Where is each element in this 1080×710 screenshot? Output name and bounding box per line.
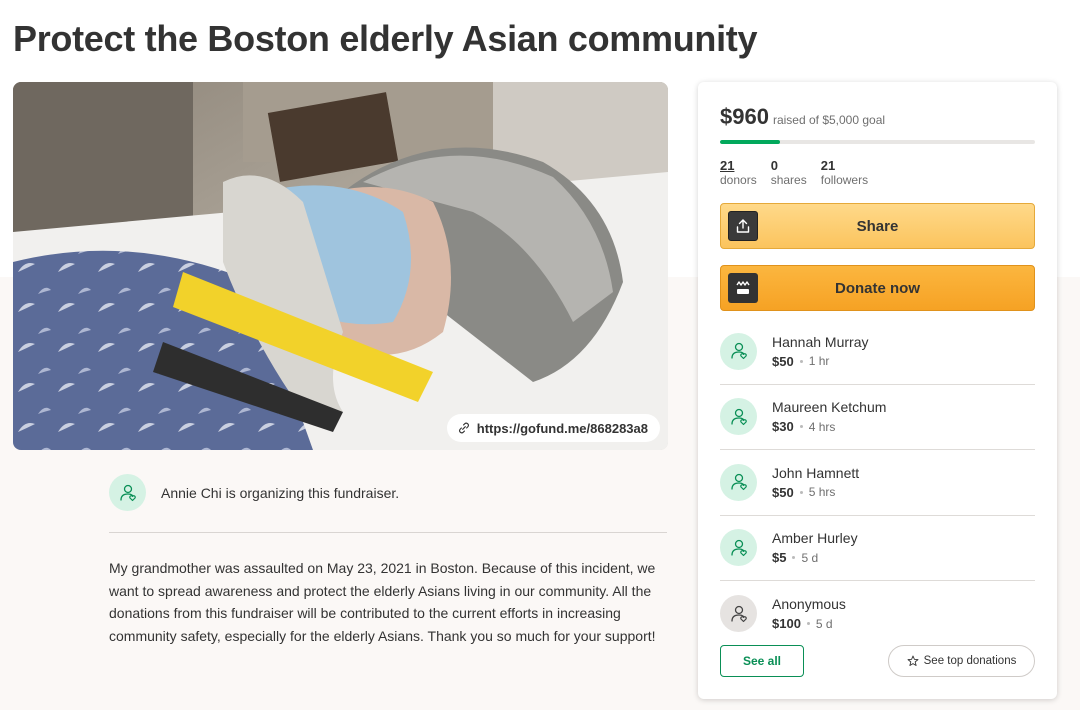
user-heart-icon (730, 474, 747, 491)
gofundme-logo-icon (728, 273, 758, 303)
donation-info: Anonymous $100 5 d (772, 596, 846, 631)
donor-name: Hannah Murray (772, 333, 869, 350)
organizer-text: Annie Chi is organizing this fundraiser. (161, 484, 400, 501)
donation-item: Amber Hurley $5 5 d (720, 516, 1035, 581)
separator-dot (806, 622, 810, 626)
progress-fill (720, 140, 781, 144)
user-heart-icon (730, 408, 747, 425)
donation-info: Hannah Murray $50 1 hr (772, 334, 869, 369)
donation-amount: $50 (772, 353, 794, 369)
donor-avatar (720, 463, 757, 501)
hospital-patient-photo (13, 82, 668, 450)
donor-avatar (720, 398, 757, 436)
see-all-button[interactable]: See all (720, 645, 804, 677)
share-button-label: Share (856, 217, 899, 235)
donation-time: 5 hrs (808, 485, 836, 500)
donation-info: Amber Hurley $5 5 d (772, 530, 858, 565)
stat-followers-label: followers (820, 173, 869, 187)
donor-avatar (720, 332, 757, 370)
share-button[interactable]: Share (720, 203, 1035, 249)
donor-name: Amber Hurley (772, 530, 858, 547)
separator-dot (799, 425, 803, 429)
stat-donors-label: donors (720, 173, 757, 187)
progress-bar (720, 140, 1035, 144)
donate-button-label: Donate now (835, 279, 920, 297)
stats-row: 21 donors 0 shares 21 followers (720, 158, 868, 188)
donation-time: 4 hrs (808, 419, 836, 434)
separator-dot (799, 359, 803, 363)
donation-time: 1 hr (808, 354, 830, 369)
campaign-photo: https://gofund.me/868283a8 (13, 82, 668, 450)
user-heart-icon (730, 539, 747, 556)
donor-name: Anonymous (772, 596, 846, 613)
donation-amount: $30 (772, 419, 794, 435)
donor-name: John Hamnett (772, 464, 860, 481)
stat-donors[interactable]: 21 donors (720, 158, 757, 188)
donation-meta: $50 5 hrs (772, 485, 859, 500)
stat-shares-number: 0 (770, 158, 778, 173)
donation-info: Maureen Ketchum $30 4 hrs (772, 399, 886, 434)
page-title: Protect the Boston elderly Asian communi… (13, 18, 758, 59)
link-icon (458, 422, 469, 434)
stat-shares: 0 shares (771, 158, 807, 188)
see-top-donations-label: See top donations (923, 655, 1017, 667)
donation-meta: $50 1 hr (772, 354, 869, 369)
donation-sidebar: $960 raised of $5,000 goal 21 donors 0 s… (698, 82, 1057, 699)
donation-item: Maureen Ketchum $30 4 hrs (720, 385, 1035, 450)
divider (109, 532, 667, 533)
organizer-row: Annie Chi is organizing this fundraiser. (109, 474, 667, 511)
upload-icon (728, 211, 758, 241)
donation-amount: $100 (772, 616, 801, 632)
donation-item: Hannah Murray $50 1 hr (720, 319, 1035, 385)
donation-meta: $5 5 d (772, 550, 858, 565)
donor-avatar (720, 595, 757, 633)
user-heart-icon (730, 605, 747, 622)
stat-followers: 21 followers (821, 158, 868, 188)
donation-item: John Hamnett $50 5 hrs (720, 450, 1035, 516)
star-icon (907, 655, 919, 666)
user-heart-icon (119, 484, 136, 501)
donation-time: 5 d (815, 616, 833, 631)
donation-time: 5 d (801, 550, 819, 565)
separator-dot (799, 490, 803, 494)
donate-button[interactable]: Donate now (720, 265, 1035, 311)
stat-shares-label: shares (770, 173, 807, 187)
raised-summary: $960 raised of $5,000 goal (720, 104, 885, 130)
share-link-text: https://gofund.me/868283a8 (476, 420, 648, 436)
donation-meta: $100 5 d (772, 616, 846, 631)
donor-name: Maureen Ketchum (772, 399, 887, 416)
stat-followers-number: 21 (820, 158, 836, 173)
donation-meta: $30 4 hrs (772, 419, 886, 434)
goal-text: raised of $5,000 goal (772, 113, 886, 127)
separator-dot (792, 556, 796, 560)
organizer-avatar (109, 474, 146, 511)
donation-info: John Hamnett $50 5 hrs (772, 465, 859, 500)
donor-avatar (720, 529, 757, 567)
see-top-donations-button[interactable]: See top donations (888, 645, 1035, 677)
donation-amount: $5 (772, 550, 787, 566)
user-heart-icon (730, 343, 747, 360)
stat-donors-number: 21 (720, 158, 735, 173)
donation-item: Anonymous $100 5 d (720, 581, 1035, 647)
donation-amount: $50 (772, 484, 794, 500)
story-text: My grandmother was assaulted on May 23, … (109, 560, 656, 644)
recent-donations-list: Hannah Murray $50 1 hr Maureen Ketchum $30 4 … (720, 319, 1035, 647)
share-link-pill[interactable]: https://gofund.me/868283a8 (446, 414, 660, 442)
raised-amount: $960 (720, 104, 769, 129)
